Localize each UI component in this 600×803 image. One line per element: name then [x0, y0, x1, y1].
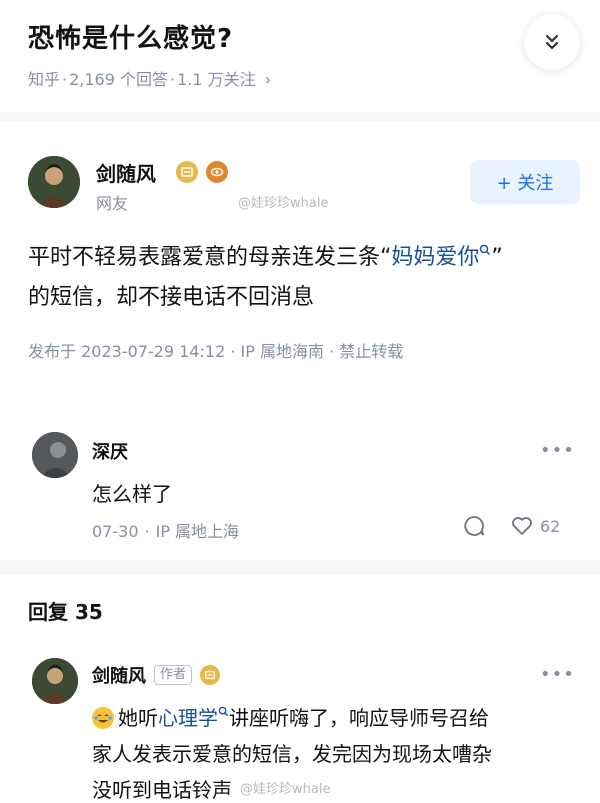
reply-text-part: 讲座听嗨了，响应导师号召给	[229, 706, 489, 730]
like-count: 62	[540, 516, 561, 536]
search-icon	[218, 706, 229, 717]
watermark-text: @娃珍珍whale	[238, 196, 329, 211]
reply-button[interactable]	[462, 514, 486, 542]
answer-line-1: 平时不轻易表露爱意的母亲连发三条“妈妈爱你 ”	[28, 238, 578, 278]
search-link-label: 妈妈爱你	[391, 245, 480, 270]
comment-bubble-icon	[464, 516, 484, 536]
reply-line-3: 没听到电话铃声	[92, 778, 232, 802]
answers-count: 2,169 个回答	[69, 70, 169, 89]
section-divider	[0, 112, 600, 122]
search-link[interactable]: 心理学	[158, 706, 229, 730]
reply-line-2: 家人发表示爱意的短信，发完因为现场太嘈杂	[92, 742, 492, 766]
heart-icon	[512, 517, 532, 535]
like-button[interactable]: 62	[510, 514, 560, 538]
reply-author-row: 剑随风 作者	[92, 662, 221, 688]
follow-button[interactable]: + 关注	[470, 160, 580, 204]
replies-header: 回复 35	[28, 600, 103, 624]
author-avatar[interactable]	[28, 156, 80, 208]
comment-date: 07-30	[92, 522, 139, 541]
chevron-right-icon: ›	[264, 70, 272, 89]
double-chevron-down-icon	[545, 34, 559, 50]
section-divider	[0, 560, 600, 574]
followers-count: 1.1 万关注	[177, 70, 256, 89]
answer-text-part: 平时不轻易表露爱意的母亲连发三条“	[28, 245, 392, 270]
comment-ip: IP 属地上海	[155, 522, 240, 541]
author-subtitle: 网友	[96, 194, 129, 213]
reply-author-name[interactable]: 剑随风	[92, 662, 146, 688]
watermark-text: @娃珍珍whale	[240, 782, 331, 797]
author-tag: 作者	[154, 665, 193, 685]
comment-text: 怎么样了	[92, 482, 172, 506]
search-link[interactable]: 妈妈爱你	[391, 244, 491, 270]
search-link-label: 心理学	[158, 706, 218, 730]
post-meta: 发布于 2023-07-29 14:12 · IP 属地海南 · 禁止转载	[28, 342, 404, 361]
comment-meta: 07-30 · IP 属地上海	[92, 522, 240, 541]
search-icon	[480, 244, 491, 256]
eye-badge-icon	[206, 161, 228, 183]
medal-badge-icon	[200, 665, 221, 685]
reply-line-1: 她听心理学 讲座听嗨了，响应导师号召给	[92, 702, 582, 731]
comment-more-button[interactable]: •••	[540, 440, 575, 461]
reply-author-avatar[interactable]	[32, 658, 78, 704]
source-label: 知乎	[28, 70, 61, 89]
author-name[interactable]: 剑随风	[96, 158, 156, 187]
answer-line-2: 的短信，却不接电话不回消息	[28, 285, 315, 310]
question-title[interactable]: 恐怖是什么感觉?	[28, 18, 233, 55]
reply-text-part: 她听	[118, 706, 158, 730]
reply-more-button[interactable]: •••	[540, 664, 575, 685]
avatar-image-icon	[28, 156, 80, 208]
collapse-button[interactable]	[524, 14, 580, 70]
avatar-image-icon	[32, 658, 78, 704]
question-meta[interactable]: 知乎 · 2,169 个回答 · 1.1 万关注 ›	[28, 66, 271, 90]
avatar-image-icon	[32, 432, 78, 478]
commenter-avatar[interactable]	[32, 432, 78, 478]
commenter-name[interactable]: 深厌	[92, 438, 128, 464]
answer-text-part: ”	[491, 245, 503, 270]
crying-laughing-emoji-icon	[92, 707, 114, 729]
medal-badge-icon	[176, 161, 198, 183]
